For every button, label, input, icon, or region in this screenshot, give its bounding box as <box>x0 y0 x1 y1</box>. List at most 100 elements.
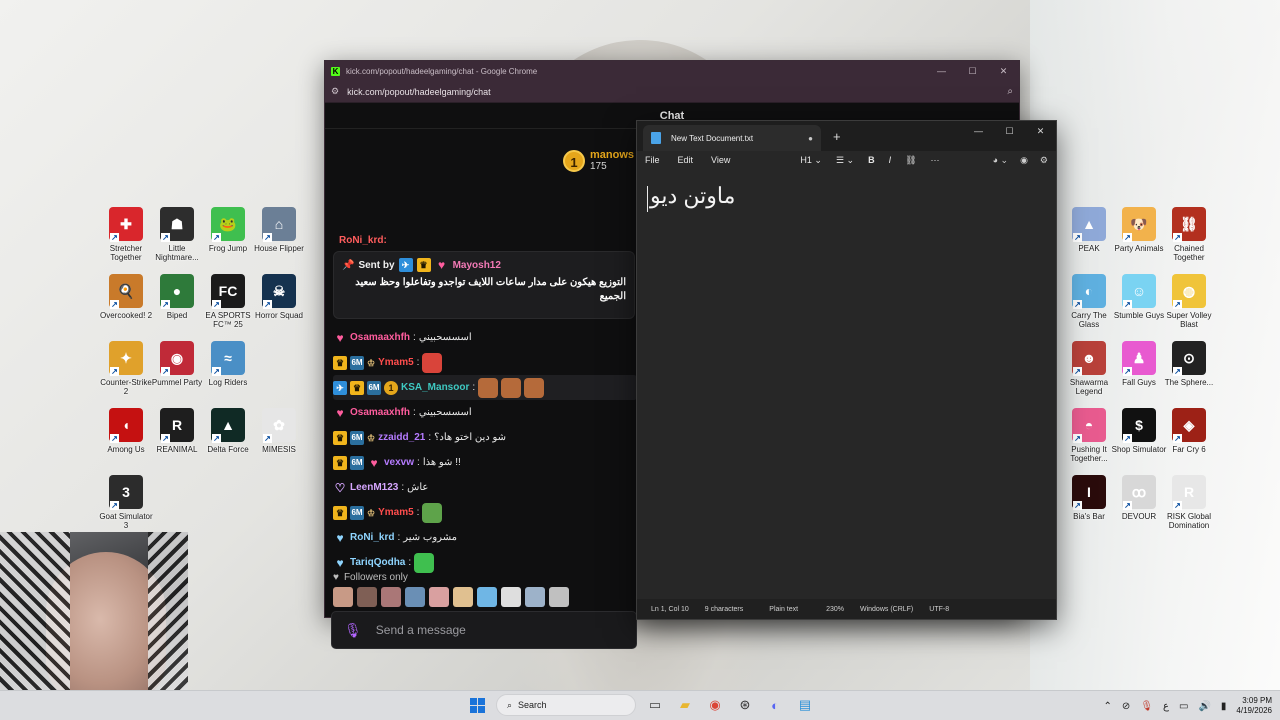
copilot-icon[interactable]: ◕ ⌄ <box>993 155 1008 166</box>
desktop-icon[interactable]: ≈ Log Riders <box>200 341 256 387</box>
chat-message[interactable]: ♛ 6M ♔ Ymam5: <box>333 500 637 525</box>
account-icon[interactable]: ◉ <box>1020 155 1028 166</box>
discord-icon[interactable]: ◐ <box>764 694 786 716</box>
desktop-icon[interactable]: ♟ Fall Guys <box>1111 341 1167 387</box>
language-indicator[interactable]: ع <box>1163 701 1169 712</box>
notepad-minimize-button[interactable]: — <box>963 121 994 141</box>
chat-message[interactable]: ♥ Osamaaxhfh: اسسسحبيني <box>333 325 637 350</box>
bold-button[interactable]: B <box>868 155 875 165</box>
desktop-icon[interactable]: 🐶 Party Animals <box>1111 207 1167 253</box>
task-view-icon[interactable]: ▭ <box>644 694 666 716</box>
steam-icon[interactable]: ⊛ <box>734 694 756 716</box>
desktop-icon[interactable]: R RISK Global Domination <box>1161 475 1217 530</box>
desktop-icon[interactable]: ☗ Little Nightmare... <box>149 207 205 262</box>
file-explorer-icon[interactable]: ▰ <box>674 694 696 716</box>
notepad-maximize-button[interactable]: ☐ <box>994 121 1025 141</box>
link-icon[interactable]: ⛓ <box>905 155 916 166</box>
desktop-icon[interactable]: R REANIMAL <box>149 408 205 454</box>
desktop-icon[interactable]: ☺ Stumble Guys <box>1111 274 1167 320</box>
chat-message[interactable]: ♛ 6M ♥ vexvw: شو هذا !! <box>333 450 637 475</box>
menu-view[interactable]: View <box>711 155 730 165</box>
desktop-icon[interactable]: ✚ Stretcher Together <box>98 207 154 262</box>
desktop-icon[interactable]: ✿ MIMESIS <box>251 408 307 454</box>
new-tab-button[interactable]: + <box>833 129 841 144</box>
desktop-icon[interactable]: ▲ PEAK <box>1061 207 1117 253</box>
chat-username[interactable]: RoNi_krd <box>350 532 394 543</box>
notepad-close-button[interactable]: ✕ <box>1025 121 1056 141</box>
clock[interactable]: 3:09 PM 4/19/2026 <box>1236 696 1272 716</box>
desktop-icon[interactable]: I Bia's Bar <box>1061 475 1117 521</box>
pinned-message[interactable]: 📌 Sent by ✈ ♛ ♥ Mayosh12 التوزيع هيكون ع… <box>333 251 635 319</box>
desktop-icon[interactable]: ✦ Counter-Strike 2 <box>98 341 154 396</box>
taskbar-search[interactable]: ⌕ Search <box>496 694 636 716</box>
emote-thumb[interactable] <box>453 587 473 607</box>
notepad-tab[interactable]: New Text Document.txt ● <box>643 125 821 151</box>
chat-message[interactable]: ♥ Osamaaxhfh: اسسسحبيني <box>333 400 637 425</box>
desktop-icon[interactable]: ꝏ DEVOUR <box>1111 475 1167 521</box>
volume-icon[interactable]: 🔊 <box>1198 701 1210 712</box>
monitor-icon[interactable]: ▭ <box>1179 701 1188 712</box>
desktop-icon[interactable]: ◍ Super Volley Blast <box>1161 274 1217 329</box>
chat-message[interactable]: ♥ RoNi_krd: مشروب شير <box>333 525 637 550</box>
desktop-icon[interactable]: ◖ Among Us <box>98 408 154 454</box>
chat-username[interactable]: vexvw <box>384 457 414 468</box>
microphone-tray-icon[interactable]: 🎙 <box>1140 701 1153 712</box>
chat-username[interactable]: Ymam5 <box>378 507 414 518</box>
emote-thumb[interactable] <box>405 587 425 607</box>
menu-file[interactable]: File <box>645 155 660 165</box>
url-text[interactable]: kick.com/popout/hadeelgaming/chat <box>347 87 1007 97</box>
close-button[interactable]: ✕ <box>988 66 1019 77</box>
microphone-icon[interactable]: 🎙 <box>344 622 362 639</box>
desktop-icon[interactable]: ◐ Carry The Glass <box>1061 274 1117 329</box>
desktop-icon[interactable]: ⛓ Chained Together <box>1161 207 1217 262</box>
emote-thumb[interactable] <box>429 587 449 607</box>
desktop-icon[interactable]: FC EA SPORTS FC™ 25 <box>200 274 256 329</box>
chat-username[interactable]: Osamaaxhfh <box>350 332 410 343</box>
list-dropdown[interactable]: ☰ ⌄ <box>836 155 854 166</box>
desktop-icon[interactable]: ☻ Shawarma Legend <box>1061 341 1117 396</box>
emote-thumb[interactable] <box>357 587 377 607</box>
network-off-icon[interactable]: ⊘ <box>1122 701 1130 712</box>
chat-username[interactable]: TariqQodha <box>350 557 405 568</box>
top-gifter[interactable]: 1 manows 175 <box>563 149 634 172</box>
desktop-icon[interactable]: ⌂ House Flipper <box>251 207 307 253</box>
chat-message[interactable]: ✈ ♛ 6M 1 KSA_Mansoor: <box>333 375 637 400</box>
unsaved-dot-icon[interactable]: ● <box>808 134 813 143</box>
pinned-sender[interactable]: Mayosh12 <box>453 260 501 271</box>
desktop-icon[interactable]: ◉ Pummel Party <box>149 341 205 387</box>
desktop-icon[interactable]: ● Biped <box>149 274 205 320</box>
chat-username[interactable]: Osamaaxhfh <box>350 407 410 418</box>
maximize-button[interactable]: ☐ <box>957 66 988 77</box>
site-settings-icon[interactable]: ⚙ <box>331 86 339 97</box>
minimize-button[interactable]: — <box>926 66 957 76</box>
battery-icon[interactable]: ▮ <box>1221 701 1227 712</box>
desktop-icon[interactable]: ☠ Horror Squad <box>251 274 307 320</box>
chat-username[interactable]: Ymam5 <box>378 357 414 368</box>
chat-username[interactable]: LeenM123 <box>350 482 398 493</box>
desktop-icon[interactable]: ◓ Pushing It Together... <box>1061 408 1117 463</box>
desktop-icon[interactable]: ◈ Far Cry 6 <box>1161 408 1217 454</box>
desktop-icon[interactable]: 🐸 Frog Jump <box>200 207 256 253</box>
zoom-icon[interactable]: ⌕ <box>1007 86 1013 97</box>
chat-username[interactable]: KSA_Mansoor <box>401 382 469 393</box>
send-message-input[interactable] <box>375 623 596 637</box>
heading-dropdown[interactable]: H1 ⌄ <box>800 155 822 166</box>
chat-input-box[interactable]: 🎙 <box>331 611 637 649</box>
document-text[interactable]: ماوتن ديو <box>650 183 735 209</box>
more-icon[interactable]: ··· <box>931 155 940 165</box>
emote-thumb[interactable] <box>501 587 521 607</box>
emote-thumb[interactable] <box>333 587 353 607</box>
chat-message[interactable]: ♛ 6M ♔ zzaidd_21: شو دين اختو هاد؟ <box>333 425 637 450</box>
menu-edit[interactable]: Edit <box>678 155 694 165</box>
italic-button[interactable]: I <box>889 155 892 165</box>
settings-gear-icon[interactable]: ⚙ <box>1040 155 1048 166</box>
desktop-icon[interactable]: $ Shop Simulator <box>1111 408 1167 454</box>
emote-thumb[interactable] <box>525 587 545 607</box>
notepad-editor[interactable]: ماوتن ديو <box>637 171 1056 599</box>
start-button[interactable] <box>466 694 488 716</box>
chrome-titlebar[interactable]: K kick.com/popout/hadeelgaming/chat - Go… <box>325 61 1019 81</box>
chrome-icon[interactable]: ◉ <box>704 694 726 716</box>
desktop-icon[interactable]: ▲ Delta Force <box>200 408 256 454</box>
emote-thumb[interactable] <box>549 587 569 607</box>
chat-message[interactable]: ♡ LeenM123: عاش <box>333 475 637 500</box>
